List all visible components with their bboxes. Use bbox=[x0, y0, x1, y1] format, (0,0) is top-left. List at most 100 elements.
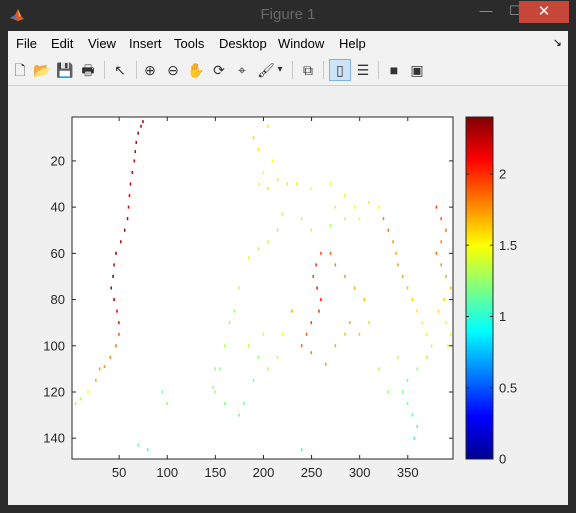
scatter-point bbox=[310, 321, 313, 325]
scatter-point bbox=[118, 321, 120, 325]
scatter-point bbox=[110, 286, 112, 290]
scatter-point bbox=[329, 251, 332, 255]
scatter-point bbox=[267, 187, 269, 191]
scatter-point bbox=[334, 263, 337, 267]
scatter-point bbox=[223, 344, 226, 348]
scatter-point bbox=[115, 251, 117, 255]
scatter-point bbox=[392, 240, 394, 244]
scatter-point bbox=[127, 205, 130, 209]
scatter-point bbox=[258, 182, 261, 186]
scatter-point bbox=[109, 355, 111, 359]
scatter-point bbox=[440, 263, 442, 267]
scatter-point bbox=[120, 240, 122, 244]
scatter-point bbox=[310, 351, 313, 355]
scatter-point bbox=[411, 413, 414, 417]
scatter-point bbox=[426, 355, 428, 359]
scatter-point bbox=[296, 182, 298, 186]
scatter-point bbox=[329, 224, 332, 228]
scatter-point bbox=[214, 367, 216, 371]
scatter-point bbox=[248, 344, 250, 348]
x-tick-label: 350 bbox=[397, 465, 419, 480]
scatter-point bbox=[276, 177, 279, 181]
scatter-point bbox=[238, 413, 240, 417]
scatter-point bbox=[223, 402, 226, 406]
scatter-point bbox=[305, 332, 308, 336]
scatter-point bbox=[276, 228, 279, 232]
scatter-point bbox=[113, 298, 115, 302]
colorbar-tick-label: 1 bbox=[499, 309, 506, 324]
scatter-point bbox=[135, 140, 137, 144]
y-tick-label: 140 bbox=[43, 431, 65, 446]
scatter-point bbox=[281, 212, 284, 216]
y-tick-label: 100 bbox=[43, 338, 65, 353]
scatter-point bbox=[368, 201, 370, 204]
scatter-point bbox=[318, 309, 320, 313]
scatter-point bbox=[129, 182, 132, 186]
scatter-point bbox=[112, 274, 114, 278]
scatter-point bbox=[103, 365, 106, 369]
scatter-point bbox=[128, 194, 131, 198]
scatter-point bbox=[116, 309, 118, 313]
scatter-point bbox=[257, 355, 260, 359]
scatter-point bbox=[137, 131, 139, 135]
scatter-point bbox=[316, 286, 318, 290]
scatter-point bbox=[406, 378, 409, 382]
scatter-point bbox=[430, 344, 433, 348]
scatter-point bbox=[131, 170, 134, 174]
scatter-point bbox=[252, 378, 255, 382]
x-tick-label: 150 bbox=[205, 465, 227, 480]
scatter-point bbox=[267, 124, 269, 128]
colorbar[interactable] bbox=[465, 116, 494, 460]
scatter-point bbox=[147, 448, 149, 452]
scatter-point bbox=[238, 286, 240, 290]
scatter-point bbox=[133, 159, 136, 163]
scatter-point bbox=[126, 217, 129, 221]
scatter-point bbox=[286, 182, 289, 186]
scatter-point bbox=[243, 402, 245, 406]
y-tick-label: 40 bbox=[51, 200, 65, 215]
scatter-point bbox=[310, 187, 313, 191]
scatter-point bbox=[276, 355, 279, 359]
scatter-point bbox=[123, 228, 126, 232]
scatter-point bbox=[320, 298, 322, 302]
scatter-point bbox=[219, 367, 221, 371]
x-tick-label: 200 bbox=[253, 465, 275, 480]
scatter-point bbox=[443, 298, 445, 302]
x-tick-label: 300 bbox=[349, 465, 371, 480]
scatter-point bbox=[113, 263, 115, 267]
scatter-point bbox=[267, 367, 269, 371]
scatter-point bbox=[437, 309, 440, 313]
scatter-point bbox=[358, 332, 361, 336]
scatter-point bbox=[257, 247, 260, 251]
scatter-point bbox=[140, 124, 142, 128]
scatter-point bbox=[142, 120, 144, 124]
scatter-point bbox=[315, 263, 317, 267]
scatter-point bbox=[435, 205, 438, 209]
scatter-point bbox=[363, 298, 365, 302]
x-tick-label: 100 bbox=[156, 465, 178, 480]
scatter-point bbox=[416, 309, 418, 313]
scatter-point bbox=[98, 367, 101, 371]
scatter-point bbox=[320, 251, 322, 255]
scatter-point bbox=[447, 344, 449, 348]
scatter-point bbox=[416, 367, 418, 371]
scatter-point bbox=[233, 309, 236, 313]
figure-plot[interactable]: 50 100 150 200 250 300 350 20406080100120140 0… bbox=[0, 0, 576, 513]
plot-axes[interactable] bbox=[71, 116, 454, 460]
y-tick-label: 80 bbox=[51, 292, 65, 307]
scatter-point bbox=[95, 378, 97, 382]
scatter-point bbox=[440, 217, 442, 221]
scatter-point bbox=[435, 251, 438, 255]
scatter-point bbox=[325, 362, 327, 366]
scatter-point bbox=[312, 274, 314, 278]
scatter-point bbox=[310, 228, 313, 232]
scatter-point bbox=[228, 321, 231, 325]
scatter-point bbox=[300, 344, 303, 348]
scatter-point bbox=[353, 205, 356, 209]
scatter-point bbox=[248, 256, 250, 260]
scatter-point bbox=[406, 402, 409, 406]
scatter-point bbox=[445, 228, 447, 232]
scatter-point bbox=[406, 286, 409, 290]
scatter-point bbox=[349, 321, 351, 325]
scatter-point bbox=[413, 436, 416, 440]
